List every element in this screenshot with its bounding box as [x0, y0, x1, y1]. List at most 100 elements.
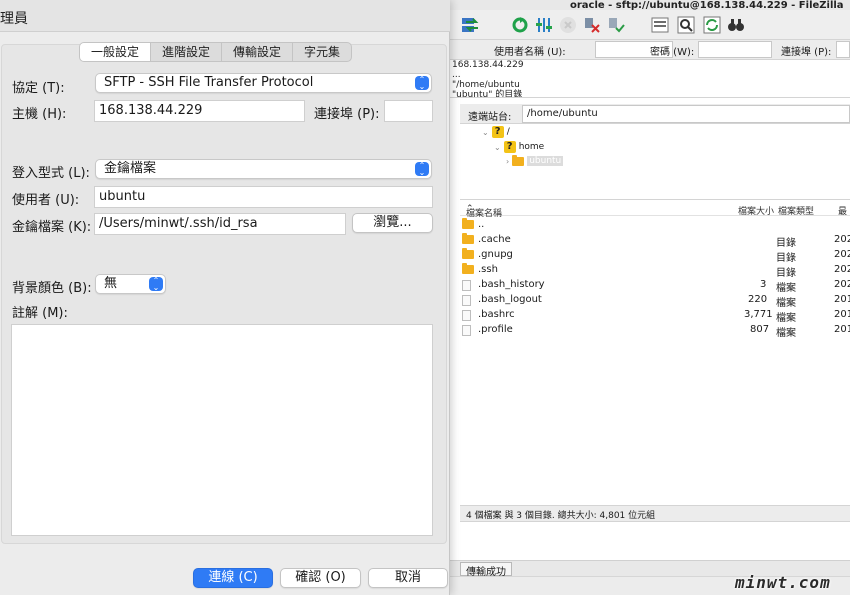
- question-folder-icon: ?: [491, 126, 504, 138]
- file-size: 807: [750, 324, 770, 335]
- browse-button[interactable]: 瀏覽...: [352, 213, 433, 233]
- tab-charset[interactable]: 字元集: [293, 43, 351, 61]
- file-name: ..: [478, 219, 485, 230]
- tree-node-ubuntu[interactable]: › ubuntu: [506, 154, 564, 166]
- file-size: 3: [760, 279, 767, 290]
- tab-transfer[interactable]: 傳輸設定: [222, 43, 294, 61]
- file-modified: 201: [834, 309, 850, 320]
- file-row[interactable]: .profile 807 檔案 201: [460, 323, 850, 339]
- file-row[interactable]: .bash_history 3 檔案 202: [460, 278, 850, 294]
- remote-path-input[interactable]: /home/ubuntu: [522, 105, 850, 123]
- ok-button[interactable]: 確認 (O): [280, 568, 361, 588]
- file-list-header: 檔案名稱 ⌃ 檔案大小 檔案類型 最: [460, 202, 850, 219]
- connect-button[interactable]: 連線 (C): [193, 568, 273, 588]
- tab-advanced[interactable]: 進階設定: [151, 43, 223, 61]
- expand-arrow-icon: ⌄: [494, 142, 501, 152]
- file-type: 檔案: [776, 283, 796, 294]
- toggle-log-icon[interactable]: [462, 15, 482, 35]
- quickconnect-password-input[interactable]: [698, 41, 772, 58]
- quickconnect-password-label: 密碼 (W):: [650, 47, 695, 58]
- keyfile-input[interactable]: /Users/minwt/.ssh/id_rsa: [94, 213, 346, 235]
- file-row[interactable]: .bashrc 3,771 檔案 201: [460, 308, 850, 324]
- tree-node-label: home: [518, 142, 545, 152]
- column-name-header[interactable]: 檔案名稱 ⌃: [466, 204, 502, 219]
- file-modified: 202: [834, 279, 850, 290]
- cancel-icon[interactable]: [558, 15, 578, 35]
- comments-label: 註解 (M):: [12, 306, 68, 321]
- file-name: .bashrc: [478, 309, 515, 320]
- remote-file-list: 檔案名稱 ⌃ 檔案大小 檔案類型 最 .. .cache 目錄 202 .gnu…: [460, 200, 850, 506]
- select-chevron-icon: ⌃ ⌄: [415, 76, 429, 91]
- file-row[interactable]: .ssh 目錄 202: [460, 263, 850, 279]
- logon-type-select[interactable]: 金鑰檔案 ⌃ ⌄: [95, 159, 432, 179]
- dialog-title: 理員: [0, 11, 28, 27]
- log-line: ...: [452, 70, 461, 80]
- file-name: .cache: [478, 234, 511, 245]
- tree-node-label: ubuntu: [527, 156, 564, 166]
- search-files-icon[interactable]: [676, 15, 696, 35]
- file-row[interactable]: ..: [460, 218, 850, 233]
- tab-general[interactable]: 一般設定: [80, 43, 152, 61]
- file-row[interactable]: .cache 目錄 202: [460, 233, 850, 249]
- desktop: oracle - sftp://ubuntu@168.138.44.229 - …: [0, 0, 850, 595]
- file-row[interactable]: .bash_logout 220 檔案 201: [460, 293, 850, 309]
- host-label: 主機 (H):: [12, 107, 67, 122]
- tree-node-label: /: [506, 127, 510, 137]
- file-row[interactable]: .gnupg 目錄 202: [460, 248, 850, 264]
- question-folder-icon: ?: [503, 141, 516, 153]
- host-input[interactable]: 168.138.44.229: [94, 100, 305, 122]
- bgcolor-label: 背景顏色 (B):: [12, 281, 92, 296]
- folder-icon: [462, 248, 474, 259]
- binoculars-icon[interactable]: [726, 15, 746, 35]
- disconnect-icon[interactable]: [582, 15, 602, 35]
- file-icon: [462, 325, 471, 336]
- site-manager-dialog: 理員 一般設定 進階設定 傳輸設定 字元集 協定 (T): SFTP - SSH…: [0, 0, 450, 595]
- file-size: 220: [748, 294, 768, 305]
- folder-icon: [462, 263, 474, 274]
- column-modified-header[interactable]: 最: [838, 204, 847, 217]
- process-queue-icon[interactable]: [534, 15, 554, 35]
- reconnect-icon[interactable]: [606, 15, 626, 35]
- log-line: "ubuntu" 的目錄: [452, 90, 523, 98]
- file-name: .bash_history: [478, 279, 545, 290]
- quickconnect-port-label: 連接埠 (P):: [781, 47, 832, 58]
- user-input[interactable]: ubuntu: [94, 186, 433, 208]
- bgcolor-select[interactable]: 無 ⌃ ⌄: [95, 274, 166, 294]
- settings-tabs: 一般設定 進階設定 傳輸設定 字元集: [79, 42, 353, 62]
- sync-browsing-icon[interactable]: [702, 15, 722, 35]
- quickconnect-port-input[interactable]: [836, 41, 850, 58]
- file-icon: [462, 280, 471, 291]
- keyfile-label: 金鑰檔案 (K):: [12, 220, 92, 235]
- column-size-header[interactable]: 檔案大小: [738, 204, 774, 217]
- transfer-queue: [460, 522, 850, 560]
- comments-textarea[interactable]: [11, 324, 433, 536]
- file-type: 檔案: [776, 313, 796, 324]
- file-type: 目錄: [776, 268, 796, 279]
- tab-successful-transfers[interactable]: 傳輸成功: [460, 562, 512, 578]
- file-type: 檔案: [776, 298, 796, 309]
- file-type: 檔案: [776, 328, 796, 339]
- file-name: .gnupg: [478, 249, 513, 260]
- remote-status-summary: 4 個檔案 與 3 個目錄. 總共大小: 4,801 位元組: [460, 506, 850, 522]
- directory-listing-filter-icon[interactable]: [650, 15, 670, 35]
- folder-icon: [462, 218, 474, 229]
- message-log[interactable]: 168.138.44.229 ... "/home/ubuntu "ubuntu…: [450, 60, 850, 98]
- folder-icon: [512, 154, 525, 166]
- port-label: 連接埠 (P):: [314, 107, 380, 122]
- tree-node-root[interactable]: ⌄ ? /: [482, 126, 510, 138]
- quickconnect-user-label: 使用者名稱 (U):: [494, 47, 566, 58]
- cancel-button[interactable]: 取消: [368, 568, 448, 588]
- file-modified: 202: [834, 264, 850, 275]
- remote-directory-tree: ⌄ ? / ⌄ ? home › ubuntu: [460, 124, 850, 200]
- tree-node-home[interactable]: ⌄ ? home: [494, 141, 544, 153]
- column-type-header[interactable]: 檔案類型: [778, 204, 814, 217]
- protocol-select[interactable]: SFTP - SSH File Transfer Protocol ⌃ ⌄: [95, 73, 432, 93]
- refresh-icon[interactable]: [510, 15, 530, 35]
- file-name: .ssh: [478, 264, 498, 275]
- port-input[interactable]: [384, 100, 433, 122]
- expand-arrow-icon: ⌄: [482, 127, 489, 137]
- protocol-value: SFTP - SSH File Transfer Protocol: [104, 75, 314, 90]
- file-icon: [462, 310, 471, 321]
- toolbar: [450, 10, 850, 40]
- logon-type-label: 登入型式 (L):: [12, 166, 90, 181]
